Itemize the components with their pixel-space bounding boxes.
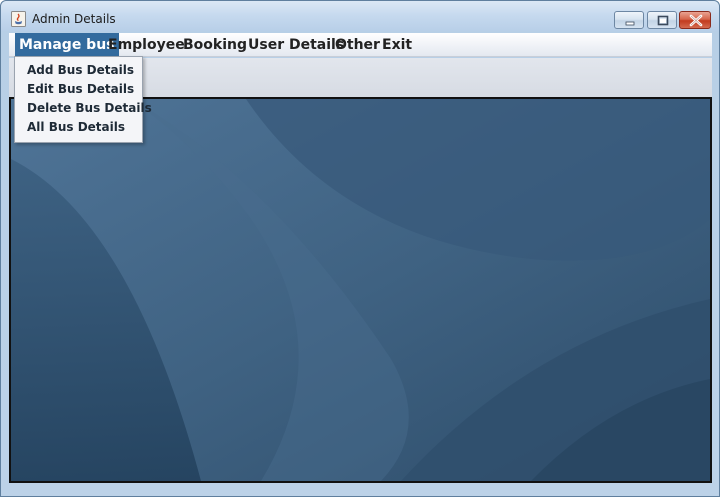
menu-item-edit-bus-details[interactable]: Edit Bus Details xyxy=(27,80,134,99)
title-bar[interactable]: Admin Details xyxy=(1,1,719,31)
java-app-icon xyxy=(11,11,26,27)
menu-exit[interactable]: Exit xyxy=(378,33,416,57)
minimize-icon xyxy=(625,21,635,26)
maximize-button[interactable] xyxy=(647,11,677,29)
maximize-icon xyxy=(657,15,669,26)
menu-item-all-bus-details[interactable]: All Bus Details xyxy=(27,118,125,137)
desktop-wallpaper xyxy=(11,99,710,481)
close-icon xyxy=(689,14,703,27)
window-bottom-frame xyxy=(9,483,712,491)
menu-manage-bus[interactable]: Manage bus xyxy=(15,33,119,57)
menu-bar: Manage bus Employee Booking User Details… xyxy=(9,33,712,57)
menu-other[interactable]: Other xyxy=(331,33,384,57)
menu-item-delete-bus-details[interactable]: Delete Bus Details xyxy=(27,99,152,118)
window-title: Admin Details xyxy=(32,12,116,26)
desktop-pane xyxy=(9,97,712,483)
minimize-button[interactable] xyxy=(614,11,644,29)
menu-employee[interactable]: Employee xyxy=(104,33,189,57)
menu-item-add-bus-details[interactable]: Add Bus Details xyxy=(27,61,134,80)
menu-booking[interactable]: Booking xyxy=(179,33,251,57)
manage-bus-dropdown: Add Bus Details Edit Bus Details Delete … xyxy=(14,56,152,143)
close-button[interactable] xyxy=(679,11,711,29)
